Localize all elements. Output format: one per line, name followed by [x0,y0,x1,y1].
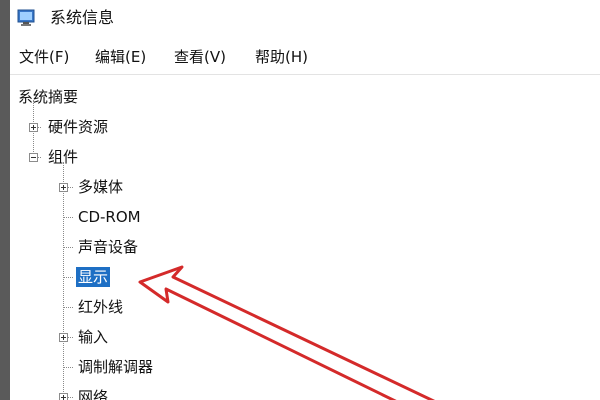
tree-item-infrared[interactable]: 红外线 [78,297,123,317]
tree-item-hardware-resources[interactable]: 硬件资源 [48,117,108,137]
category-tree: 系统摘要 硬件资源 组件 多媒体 CD-ROM 声音设备 显示 红外线 输入 调… [10,78,600,400]
tree-connector [63,247,73,248]
tree-connector [63,277,73,278]
tree-item-sound-device[interactable]: 声音设备 [78,237,138,257]
tree-item-system-summary[interactable]: 系统摘要 [18,87,78,107]
system-info-window: 系统信息 文件(F) 编辑(E) 查看(V) 帮助(H) 系统摘要 硬件资源 组… [10,0,600,400]
menu-file[interactable]: 文件(F) [17,48,71,66]
expand-icon[interactable] [59,183,68,192]
menu-view[interactable]: 查看(V) [172,48,228,66]
tree-item-modem[interactable]: 调制解调器 [78,357,153,377]
title-bar: 系统信息 [10,0,600,38]
collapse-icon[interactable] [29,153,38,162]
expand-icon[interactable] [59,333,68,342]
tree-item-display[interactable]: 显示 [76,267,111,287]
tree-item-multimedia[interactable]: 多媒体 [78,177,123,197]
tree-item-network[interactable]: 网络 [78,387,108,400]
tree-item-components[interactable]: 组件 [48,147,78,167]
tree-connector [63,217,73,218]
tree-item-input[interactable]: 输入 [78,327,108,347]
menu-edit[interactable]: 编辑(E) [93,48,148,66]
expand-icon[interactable] [29,123,38,132]
tree-connector [63,367,73,368]
tree-item-cd-rom[interactable]: CD-ROM [78,207,141,227]
system-info-icon [17,9,35,26]
expand-icon[interactable] [59,393,68,400]
menu-help[interactable]: 帮助(H) [253,48,310,66]
menu-bar: 文件(F) 编辑(E) 查看(V) 帮助(H) [10,40,600,75]
tree-connector [63,307,73,308]
tree-connector [63,162,64,400]
window-title: 系统信息 [50,8,115,27]
